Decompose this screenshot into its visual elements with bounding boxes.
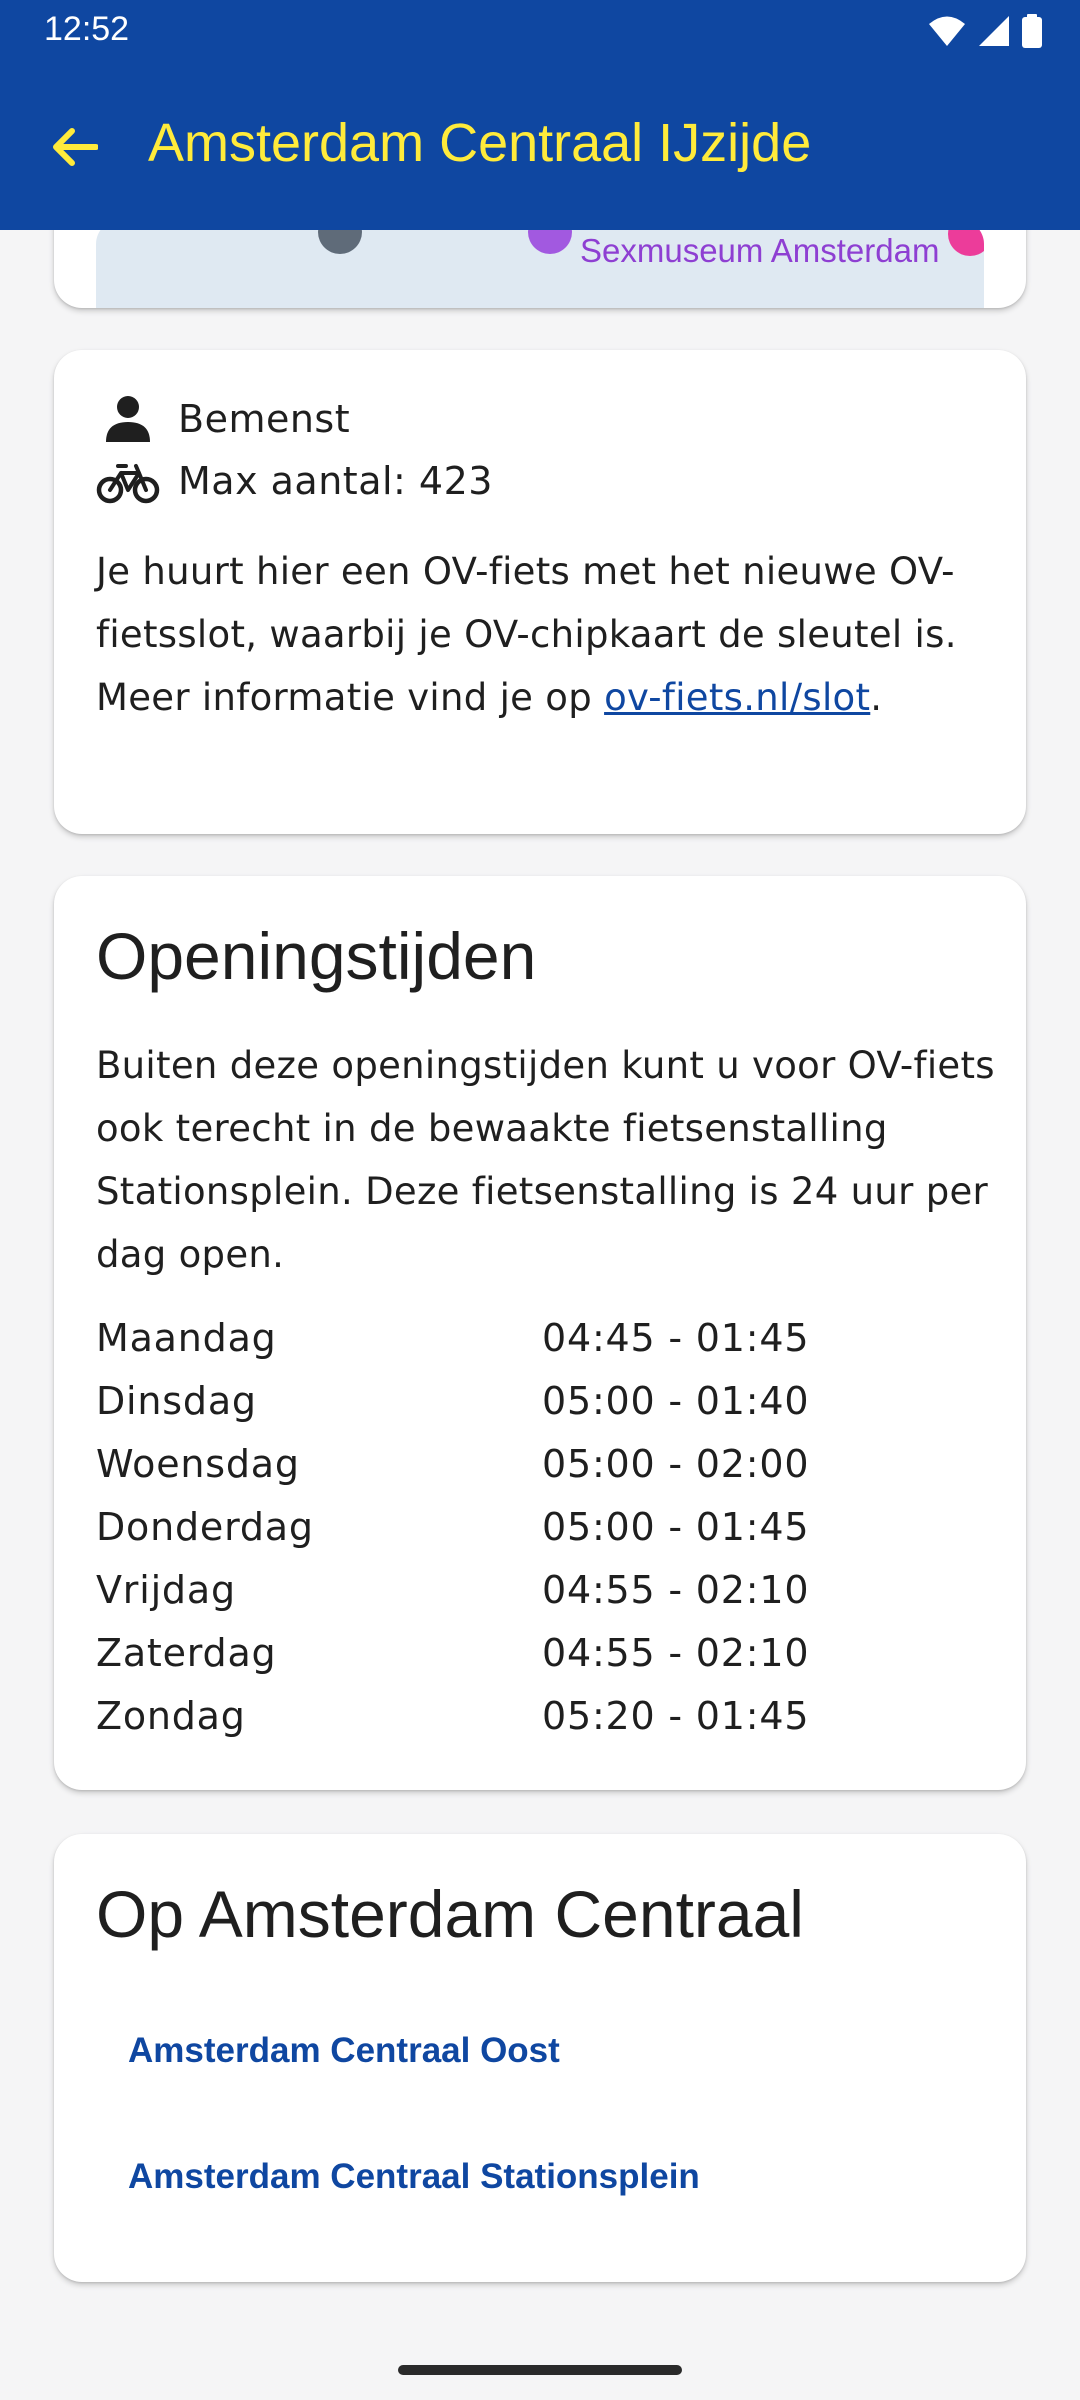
ov-fiets-slot-link[interactable]: ov-fiets.nl/slot: [604, 676, 870, 719]
toolbar: Amsterdam Centraal IJzijde: [0, 92, 1080, 202]
time-range: 04:55 - 02:10: [542, 1567, 810, 1612]
info-description: Je huurt hier een OV-fiets met het nieuw…: [96, 540, 996, 729]
hours-row: Dinsdag 05:00 - 01:40: [96, 1369, 996, 1432]
arrow-left-icon: [53, 128, 98, 166]
hours-row: Vrijdag 04:55 - 02:10: [96, 1558, 996, 1621]
hours-row: Zaterdag 04:55 - 02:10: [96, 1621, 996, 1684]
time-range: 05:20 - 01:45: [542, 1693, 810, 1738]
stations-card: Op Amsterdam Centraal Amsterdam Centraal…: [54, 1834, 1026, 2282]
stations-title: Op Amsterdam Centraal: [96, 1877, 804, 1951]
time-range: 05:00 - 01:40: [542, 1378, 810, 1423]
day-label: Woensdag: [96, 1441, 300, 1486]
station-link-oost[interactable]: Amsterdam Centraal Oost: [54, 1996, 1026, 2106]
capacity-label: Max aantal: 423: [178, 459, 493, 503]
wifi-icon: [929, 16, 965, 46]
day-label: Dinsdag: [96, 1378, 257, 1423]
page-title: Amsterdam Centraal IJzijde: [148, 113, 812, 173]
day-label: Vrijdag: [96, 1567, 236, 1612]
time-range: 04:45 - 01:45: [542, 1315, 810, 1360]
capacity-row: Max aantal: 423: [96, 456, 493, 506]
time-range: 05:00 - 01:45: [542, 1504, 810, 1549]
person-icon: [106, 396, 150, 442]
info-card: Bemenst Max aantal: 423 Je huurt hier ee…: [54, 350, 1026, 834]
opening-hours-description: Buiten deze openingstijden kunt u voor O…: [96, 1044, 995, 1276]
app-bar: 12:52 Amsterdam Centraal IJzijde: [0, 0, 1080, 230]
hours-row: Woensdag 05:00 - 02:00: [96, 1432, 996, 1495]
signal-icon: [979, 16, 1009, 46]
hours-row: Donderdag 05:00 - 01:45: [96, 1495, 996, 1558]
map-label: Sexmuseum Amsterdam: [580, 232, 940, 269]
status-time: 12:52: [44, 10, 130, 48]
hours-row: Maandag 04:45 - 01:45: [96, 1306, 996, 1369]
day-label: Donderdag: [96, 1504, 314, 1549]
back-button[interactable]: [34, 112, 114, 182]
hours-row: Zondag 05:20 - 01:45: [96, 1684, 996, 1747]
bicycle-icon: [96, 464, 160, 504]
opening-hours-title: Openingstijden: [96, 919, 537, 993]
map-view[interactable]: Sexmuseum Amsterdam: [96, 220, 984, 308]
time-range: 04:55 - 02:10: [542, 1630, 810, 1675]
day-label: Zaterdag: [96, 1630, 277, 1675]
opening-hours-table: Maandag 04:45 - 01:45 Dinsdag 05:00 - 01…: [96, 1306, 996, 1747]
status-bar: 12:52: [0, 0, 1080, 62]
day-label: Maandag: [96, 1315, 277, 1360]
staffed-row: Bemenst: [96, 394, 350, 444]
battery-icon: [1022, 14, 1042, 48]
status-icons: [928, 13, 1042, 49]
station-link-stationsplein[interactable]: Amsterdam Centraal Stationsplein: [54, 2122, 1026, 2232]
time-range: 05:00 - 02:00: [542, 1441, 810, 1486]
staffed-label: Bemenst: [178, 397, 351, 441]
day-label: Zondag: [96, 1693, 246, 1738]
opening-hours-card: Openingstijden Buiten deze openingstijde…: [54, 876, 1026, 1790]
gesture-nav-bar[interactable]: [398, 2365, 682, 2375]
description-end: .: [870, 676, 883, 719]
